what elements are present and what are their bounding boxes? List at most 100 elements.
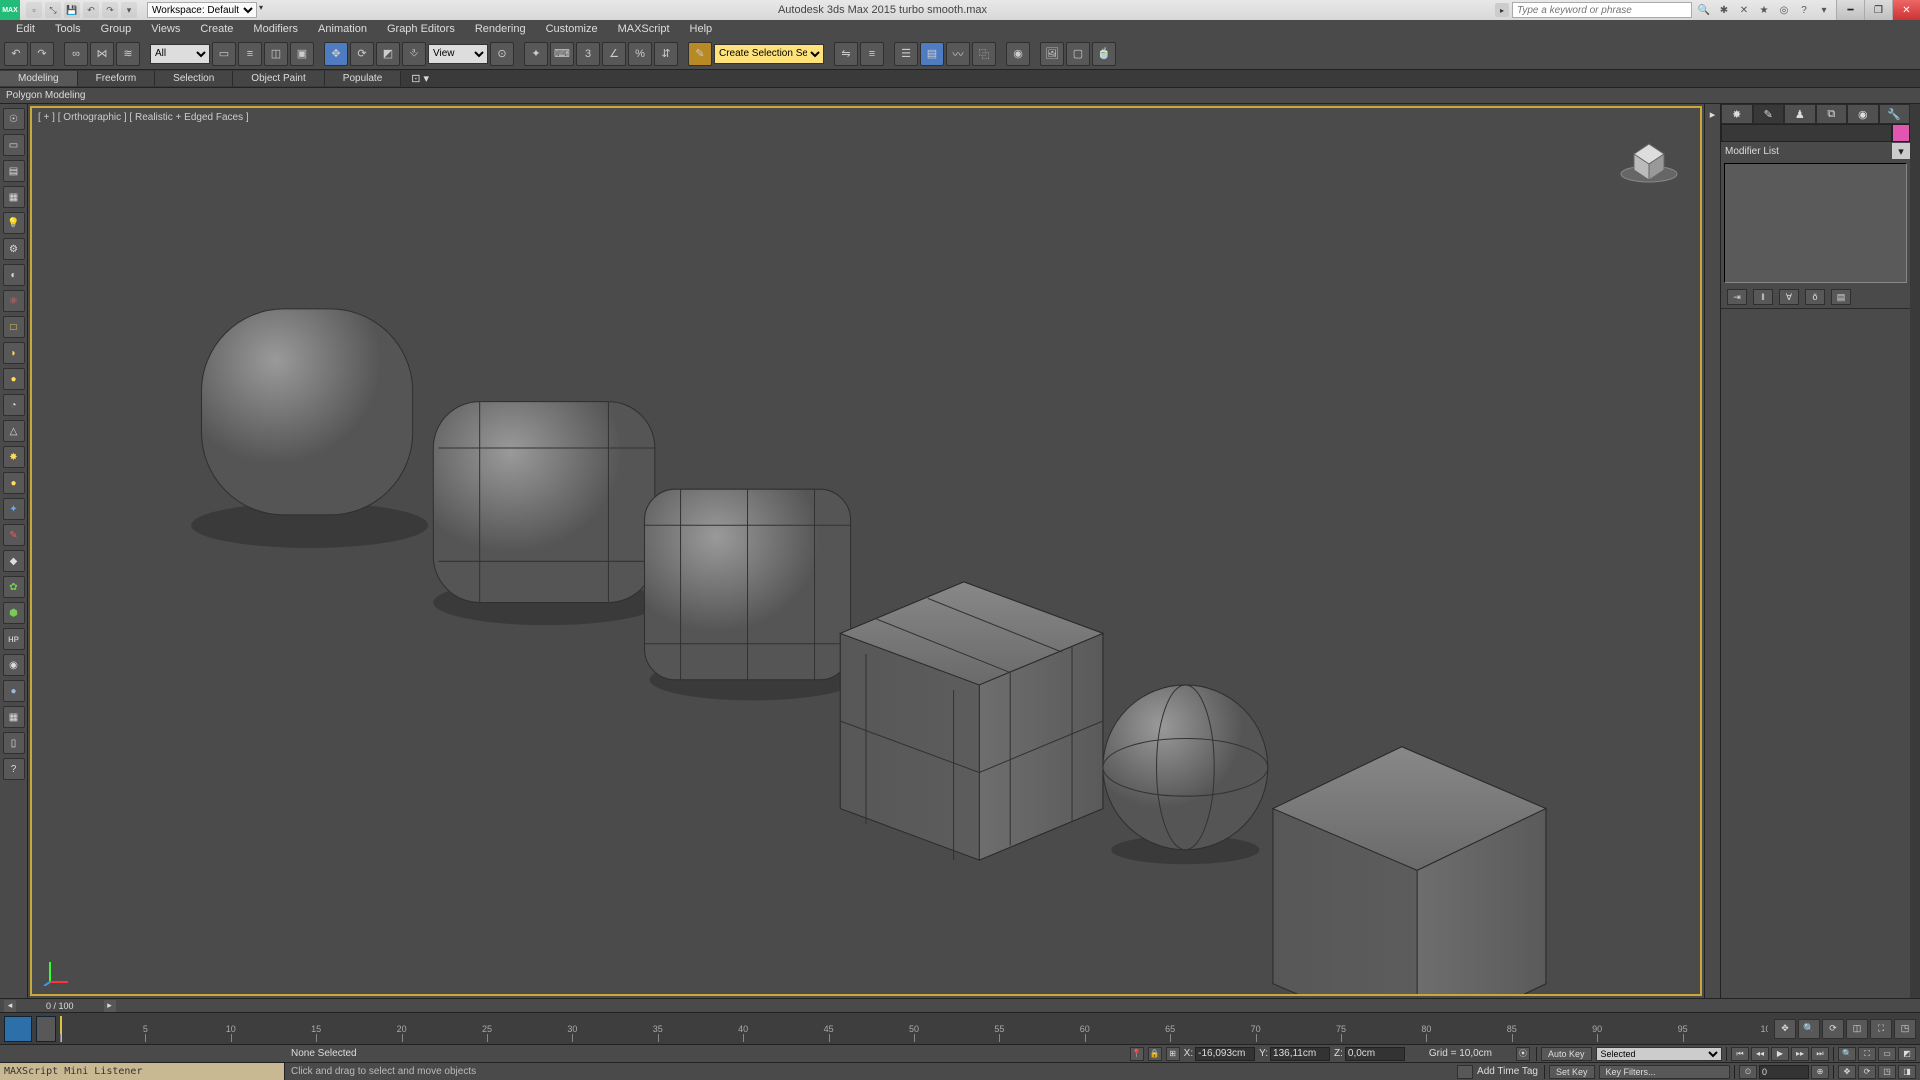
left-tool-17[interactable]: ◆ bbox=[3, 550, 25, 572]
redo-button[interactable]: ↷ bbox=[30, 42, 54, 66]
transform-typein-icon[interactable]: ⊞ bbox=[1166, 1047, 1180, 1061]
left-tool-15[interactable]: ✦ bbox=[3, 498, 25, 520]
left-tool-3[interactable]: ▦ bbox=[3, 186, 25, 208]
nav-max-icon[interactable]: ◳ bbox=[1878, 1065, 1896, 1079]
menu-maxscript[interactable]: MAXScript bbox=[608, 23, 680, 35]
left-tool-sphere-icon[interactable]: ● bbox=[3, 680, 25, 702]
select-region-icon[interactable]: ◫ bbox=[264, 42, 288, 66]
remove-modifier-icon[interactable]: ŏ bbox=[1805, 289, 1825, 305]
exchange-icon[interactable]: ✕ bbox=[1736, 2, 1752, 18]
qat-dropdown-icon[interactable]: ▾ bbox=[121, 2, 137, 18]
configure-sets-icon[interactable]: ▤ bbox=[1831, 289, 1851, 305]
menu-edit[interactable]: Edit bbox=[6, 23, 45, 35]
placement-icon[interactable]: ⎀ bbox=[402, 42, 426, 66]
left-tool-24[interactable]: ▯ bbox=[3, 732, 25, 754]
tab-create-icon[interactable]: ✸ bbox=[1721, 104, 1753, 124]
play-icon[interactable]: ▶ bbox=[1771, 1047, 1789, 1061]
menu-customize[interactable]: Customize bbox=[536, 23, 608, 35]
close-button[interactable]: ✕ bbox=[1892, 0, 1920, 20]
save-icon[interactable]: 💾 bbox=[64, 2, 80, 18]
tab-modeling[interactable]: Modeling bbox=[0, 71, 78, 86]
nav-zoom-icon[interactable]: 🔍 bbox=[1798, 1019, 1820, 1039]
modifier-list-dropdown-icon[interactable]: ▾ bbox=[1892, 143, 1910, 159]
menu-tools[interactable]: Tools bbox=[45, 23, 91, 35]
left-tool-23[interactable]: ▦ bbox=[3, 706, 25, 728]
time-slider-prev-icon[interactable]: ◂ bbox=[4, 1000, 16, 1012]
app-logo[interactable]: MAX bbox=[0, 0, 20, 20]
left-tool-6[interactable]: ◐ bbox=[3, 264, 25, 286]
nav-pan-icon[interactable]: ✥ bbox=[1774, 1019, 1796, 1039]
object-name-field[interactable] bbox=[1721, 124, 1892, 142]
layer-manager-icon[interactable]: ☰ bbox=[894, 42, 918, 66]
open-icon[interactable]: ⤡ bbox=[45, 2, 61, 18]
object-color-swatch[interactable] bbox=[1892, 124, 1910, 142]
left-tool-5[interactable]: ⚙ bbox=[3, 238, 25, 260]
select-object-icon[interactable]: ▭ bbox=[212, 42, 236, 66]
show-end-result-icon[interactable]: ‖ bbox=[1753, 289, 1773, 305]
tab-display-icon[interactable]: ◉ bbox=[1847, 104, 1879, 124]
set-key-button[interactable]: Set Key bbox=[1549, 1065, 1595, 1079]
prev-frame-icon[interactable]: ◂◂ bbox=[1751, 1047, 1769, 1061]
ribbon-expand-icon[interactable]: ⊡ ▾ bbox=[401, 70, 439, 87]
nav-zoom2-icon[interactable]: 🔍 bbox=[1838, 1047, 1856, 1061]
timeline-ruler[interactable]: 5101520253035404550556065707580859095100 bbox=[60, 1016, 1768, 1042]
workspace-dropdown[interactable]: Workspace: Default bbox=[147, 2, 257, 18]
scale-gizmo-icon[interactable]: ◩ bbox=[376, 42, 400, 66]
viewport-slider[interactable]: ▸ bbox=[1704, 104, 1720, 998]
manipulate-icon[interactable]: ✦ bbox=[524, 42, 548, 66]
ribbon-panel-label[interactable]: Polygon Modeling bbox=[0, 88, 1920, 104]
tab-utilities-icon[interactable]: 🔧 bbox=[1879, 104, 1911, 124]
pivot-center-icon[interactable]: ⊙ bbox=[490, 42, 514, 66]
time-slider-next-icon[interactable]: ▸ bbox=[104, 1000, 116, 1012]
time-tag-icon[interactable] bbox=[1457, 1065, 1473, 1079]
modifier-stack[interactable] bbox=[1724, 163, 1907, 283]
edit-named-selection-icon[interactable]: ✎ bbox=[688, 42, 712, 66]
nav-orbit-icon[interactable]: ⟳ bbox=[1822, 1019, 1844, 1039]
search-icon[interactable]: 🔍 bbox=[1696, 2, 1712, 18]
selection-lock-icon[interactable]: 📍 bbox=[1130, 1047, 1144, 1061]
render-frame-icon[interactable]: ▢ bbox=[1066, 42, 1090, 66]
spinner-snap-icon[interactable]: ⇵ bbox=[654, 42, 678, 66]
tab-modify-icon[interactable]: ✎ bbox=[1753, 104, 1785, 124]
command-panel-scrollbar[interactable] bbox=[1910, 104, 1920, 998]
left-tool-19[interactable]: ⬢ bbox=[3, 602, 25, 624]
link-icon[interactable]: ∞ bbox=[64, 42, 88, 66]
workspace-extra-icon[interactable]: ▾ bbox=[259, 3, 273, 17]
redo-icon[interactable]: ↷ bbox=[102, 2, 118, 18]
left-tool-16[interactable]: ✎ bbox=[3, 524, 25, 546]
title-toggle-icon[interactable]: ▸ bbox=[1495, 3, 1509, 17]
help-icon[interactable]: ? bbox=[1796, 2, 1812, 18]
reference-coord-dropdown[interactable]: View bbox=[428, 44, 488, 64]
menu-animation[interactable]: Animation bbox=[308, 23, 377, 35]
ribbon-toggle-icon[interactable]: ▤ bbox=[920, 42, 944, 66]
restore-button[interactable]: ❐ bbox=[1864, 0, 1892, 20]
left-tool-light-icon[interactable]: 💡 bbox=[3, 212, 25, 234]
left-tool-9[interactable]: ◗ bbox=[3, 342, 25, 364]
help-dropdown-icon[interactable]: ▾ bbox=[1816, 2, 1832, 18]
left-tool-help-icon[interactable]: ? bbox=[3, 758, 25, 780]
auto-key-button[interactable]: Auto Key bbox=[1541, 1047, 1592, 1061]
left-tool-11[interactable]: ◔ bbox=[3, 394, 25, 416]
tab-populate[interactable]: Populate bbox=[325, 71, 401, 86]
next-frame-icon[interactable]: ▸▸ bbox=[1791, 1047, 1809, 1061]
tab-freeform[interactable]: Freeform bbox=[78, 71, 156, 86]
goto-start-icon[interactable]: ⏮ bbox=[1731, 1047, 1749, 1061]
lock-icon[interactable]: 🔒 bbox=[1148, 1047, 1162, 1061]
menu-modifiers[interactable]: Modifiers bbox=[243, 23, 308, 35]
trackbar-keys-icon[interactable] bbox=[36, 1016, 56, 1042]
key-filters-button[interactable]: Key Filters... bbox=[1599, 1065, 1730, 1079]
viewport[interactable]: [ + ] [ Orthographic ] [ Realistic + Edg… bbox=[30, 106, 1702, 996]
snap-toggle-icon[interactable]: 3 bbox=[576, 42, 600, 66]
maxscript-mini-listener[interactable]: MAXScript Mini Listener bbox=[0, 1063, 285, 1080]
left-tool-2[interactable]: ▤ bbox=[3, 160, 25, 182]
move-gizmo-icon[interactable]: ✥ bbox=[324, 42, 348, 66]
add-time-tag-label[interactable]: Add Time Tag bbox=[1477, 1066, 1538, 1077]
left-tool-1[interactable]: ▭ bbox=[3, 134, 25, 156]
left-tool-18[interactable]: ✿ bbox=[3, 576, 25, 598]
viewport-label[interactable]: [ + ] [ Orthographic ] [ Realistic + Edg… bbox=[38, 112, 249, 123]
curve-editor-icon[interactable]: 〰 bbox=[946, 42, 970, 66]
keyboard-shortcut-icon[interactable]: ⌨ bbox=[550, 42, 574, 66]
nav-maximize-icon[interactable]: ◳ bbox=[1894, 1019, 1916, 1039]
bind-spacewarp-icon[interactable]: ≋ bbox=[116, 42, 140, 66]
render-setup-icon[interactable]: 🖼 bbox=[1040, 42, 1064, 66]
